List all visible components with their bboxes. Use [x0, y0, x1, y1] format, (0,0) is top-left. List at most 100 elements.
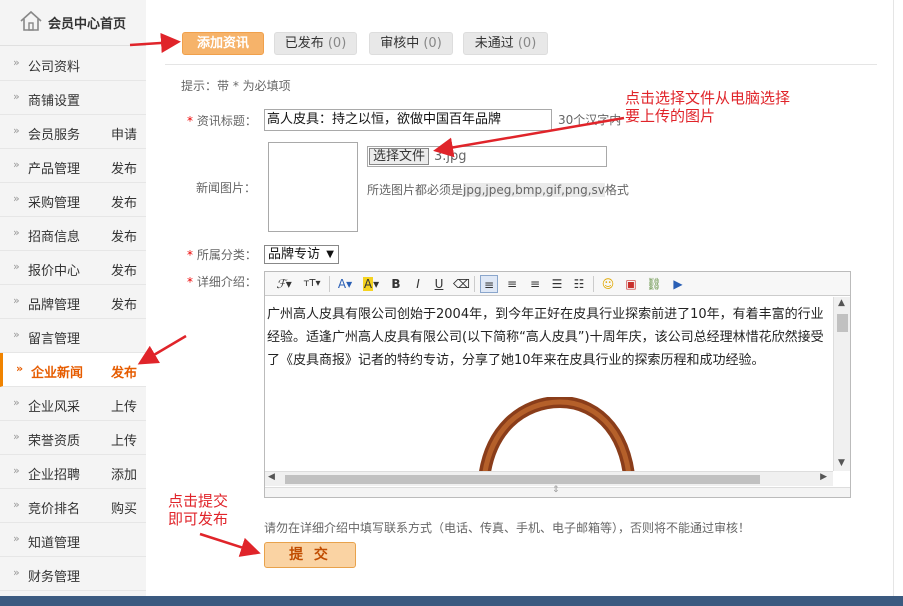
sidebar-item-action[interactable]: 发布 [111, 158, 137, 177]
sidebar-item[interactable]: » 企业新闻 发布 [0, 353, 146, 387]
sidebar-item-action[interactable]: 发布 [111, 362, 137, 381]
chevron-right-icon: » [13, 192, 20, 205]
choose-file-button[interactable]: 选择文件 [369, 148, 429, 165]
tab-reviewing-count: (0) [423, 36, 442, 51]
link-icon[interactable]: ⛓ [645, 275, 663, 293]
sidebar-item-action[interactable]: 发布 [111, 192, 137, 211]
sidebar-item-label: 企业风采 [28, 400, 81, 415]
italic-icon[interactable]: I [411, 275, 425, 293]
sidebar-item[interactable]: » 公司资料 [0, 47, 146, 81]
sidebar-item[interactable]: » 企业招聘 添加 [0, 455, 146, 489]
font-size-icon[interactable]: тT▾ [300, 275, 324, 293]
chevron-right-icon: » [13, 226, 20, 239]
sidebar-item[interactable]: » 知道管理 [0, 523, 146, 557]
tab-published[interactable]: 已发布 (0) [274, 32, 357, 55]
sidebar-home-label: 会员中心首页 [48, 17, 127, 32]
annotation-submit: 点击提交 即可发布 [168, 492, 229, 528]
sidebar-item-label: 财务管理 [28, 570, 81, 585]
sidebar-item-label: 公司资料 [28, 60, 81, 75]
font-color-icon[interactable]: A▾ [335, 275, 355, 293]
sidebar-item-label: 报价中心 [28, 264, 81, 279]
sidebar-item[interactable]: » 财务管理 [0, 557, 146, 591]
image-insert-icon[interactable]: ▣ [622, 275, 640, 293]
media-icon[interactable]: ▶ [668, 275, 688, 293]
scroll-thumb[interactable] [285, 475, 760, 484]
tab-reviewing-label: 审核中 [380, 36, 420, 51]
editor-vertical-scrollbar[interactable]: ▲ ▼ [833, 297, 850, 471]
content-right-border [893, 0, 894, 596]
sidebar-item-action[interactable]: 发布 [111, 294, 137, 313]
eraser-icon[interactable]: ⌫ [453, 275, 470, 293]
chevron-right-icon: » [13, 158, 20, 171]
scroll-left-icon[interactable]: ◀ [268, 472, 275, 482]
sidebar-item-action[interactable]: 发布 [111, 260, 137, 279]
image-label: 新闻图片： [196, 181, 257, 195]
editor-resize-grip[interactable]: ⇕ [265, 485, 850, 497]
unordered-list-icon[interactable]: ☷ [570, 275, 588, 293]
scroll-thumb[interactable] [837, 314, 848, 332]
chevron-right-icon: » [13, 464, 20, 477]
align-right-icon[interactable]: ≡ [526, 275, 544, 293]
tab-add-news[interactable]: 添加资讯 [182, 32, 264, 55]
image-note-end: 格式 [604, 183, 629, 197]
file-input[interactable]: 选择文件 3.jpg [367, 146, 607, 167]
chevron-right-icon: » [13, 532, 20, 545]
editor-horizontal-scrollbar[interactable]: ◀ ▶ [265, 471, 833, 486]
sidebar-item[interactable]: » 荣誉资质 上传 [0, 421, 146, 455]
sidebar-item-label: 会员服务 [28, 128, 81, 143]
sidebar-item-action[interactable]: 上传 [111, 396, 137, 415]
sidebar-item[interactable]: » 报价中心 发布 [0, 251, 146, 285]
sidebar-item-action[interactable]: 购买 [111, 498, 137, 517]
sidebar-item-label: 荣誉资质 [28, 434, 81, 449]
sidebar-item-action[interactable]: 发布 [111, 226, 137, 245]
sidebar-item-label: 品牌管理 [28, 298, 81, 313]
tab-rejected-count: (0) [517, 36, 537, 51]
sidebar-item[interactable]: » 产品管理 发布 [0, 149, 146, 183]
sidebar-item[interactable]: » 招商信息 发布 [0, 217, 146, 251]
chevron-right-icon: » [16, 362, 24, 375]
sidebar-item-action[interactable]: 上传 [111, 430, 137, 449]
sidebar-item-label: 企业招聘 [28, 468, 81, 483]
submit-button[interactable]: 提 交 [264, 542, 356, 568]
tab-reviewing[interactable]: 审核中 (0) [369, 32, 453, 55]
title-label-text: 资讯标题： [196, 114, 257, 128]
highlight-color-icon[interactable]: A▾ [360, 275, 382, 293]
align-center-icon[interactable]: ≡ [503, 275, 521, 293]
scroll-down-icon[interactable]: ▼ [838, 458, 845, 468]
sidebar-item[interactable]: » 企业风采 上传 [0, 387, 146, 421]
underline-icon[interactable]: U [432, 275, 446, 293]
sidebar-item-label: 企业新闻 [31, 366, 84, 381]
chevron-right-icon: » [13, 430, 20, 443]
font-family-icon[interactable]: ℱ▾ [273, 275, 295, 293]
sidebar-item-action[interactable]: 申请 [111, 124, 137, 143]
detail-label-text: 详细介绍： [196, 275, 257, 289]
toolbar-separator [593, 276, 594, 292]
category-select[interactable]: 品牌专访 ▼ [264, 245, 339, 264]
sidebar-item[interactable]: » 采购管理 发布 [0, 183, 146, 217]
toolbar-separator [474, 276, 475, 292]
required-hint: 提示：带 * 为必填项 [181, 79, 291, 93]
tab-add-news-label: 添加资讯 [196, 36, 249, 51]
file-name: 3.jpg [434, 149, 467, 164]
category-select-value: 品牌专访 [268, 247, 321, 262]
scroll-right-icon[interactable]: ▶ [820, 472, 827, 482]
bold-icon[interactable]: B [389, 275, 403, 293]
sidebar-item[interactable]: » 留言管理 [0, 319, 146, 353]
ordered-list-icon[interactable]: ☰ [548, 275, 566, 293]
chevron-right-icon: » [13, 90, 20, 103]
emoticon-icon[interactable]: ☺ [599, 275, 617, 293]
title-input[interactable]: 高人皮具：持之以恒，欲做中国百年品牌 [264, 109, 552, 131]
sidebar-home[interactable]: 会员中心首页 [0, 0, 146, 46]
tab-published-label: 已发布 [284, 36, 324, 51]
sidebar-item-label: 知道管理 [28, 536, 81, 551]
sidebar-item[interactable]: » 会员服务 申请 [0, 115, 146, 149]
sidebar-item[interactable]: » 商铺设置 [0, 81, 146, 115]
sidebar-item[interactable]: » 竞价排名 购买 [0, 489, 146, 523]
scroll-up-icon[interactable]: ▲ [838, 298, 845, 308]
align-left-icon[interactable]: ≡ [480, 275, 498, 293]
editor-content[interactable]: 广州高人皮具有限公司创始于2004年，到今年正好在皮具行业探索前进了10年，有着… [265, 297, 833, 472]
tab-rejected[interactable]: 未通过 (0) [463, 32, 548, 55]
chevron-right-icon: » [13, 396, 20, 409]
sidebar-item-action[interactable]: 添加 [111, 464, 137, 483]
sidebar-item[interactable]: » 品牌管理 发布 [0, 285, 146, 319]
